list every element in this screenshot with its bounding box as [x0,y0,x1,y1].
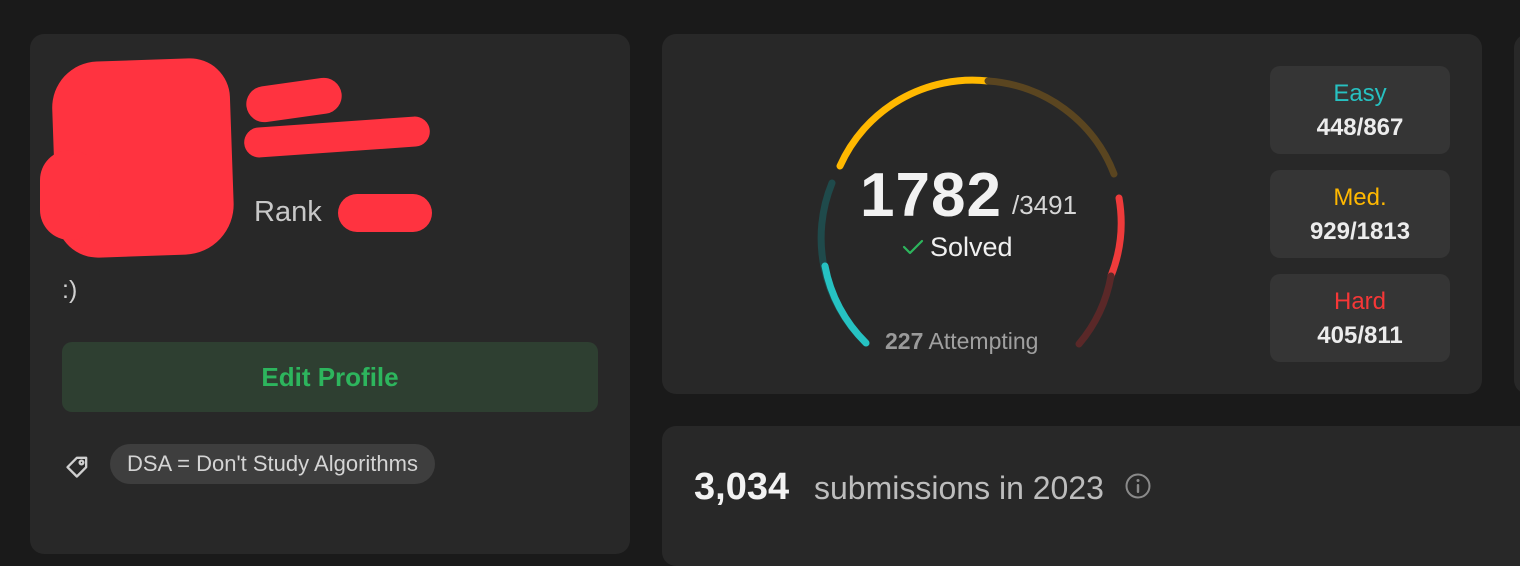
avatar-redacted-edge [40,150,100,240]
easy-label: Easy [1333,80,1387,107]
hard-progress-arc [1107,194,1125,280]
medium-label: Med. [1333,184,1387,211]
hard-label: Hard [1333,288,1387,315]
medium-stat-box[interactable]: Med. 929/1813 [1270,170,1450,258]
easy-value: 448/867 [1316,114,1404,141]
rank-label: Rank [254,196,322,228]
medium-track-arc [984,77,1118,178]
medium-progress-arc [836,76,992,170]
tag-icon [66,456,88,478]
side-card [1514,34,1520,394]
attempting-count: 227 [885,328,924,354]
hard-stat-box[interactable]: Hard 405/811 [1270,274,1450,362]
skill-tag[interactable]: DSA = Don't Study Algorithms [110,444,435,484]
easy-progress-arc [821,262,870,347]
attempting-info: 227 Attempting [885,328,1038,355]
hard-value: 405/811 [1317,322,1403,349]
medium-value: 929/1813 [1309,218,1411,245]
total-problems: /3491 [1012,190,1078,220]
solved-label: Solved [930,232,1013,262]
attempting-label: Attempting [928,328,1039,354]
rank-value-redacted [338,194,432,232]
check-icon [902,239,924,255]
edit-profile-button[interactable]: Edit Profile [62,342,598,412]
submission-count: 3,034 [694,466,790,508]
hard-track-arc [1075,272,1115,348]
easy-stat-box[interactable]: Easy 448/867 [1270,66,1450,154]
solved-count: 1782 [860,161,1002,230]
info-icon[interactable] [1124,472,1152,500]
submission-label: submissions in 2023 [814,470,1104,506]
profile-bio: :) [62,276,78,304]
